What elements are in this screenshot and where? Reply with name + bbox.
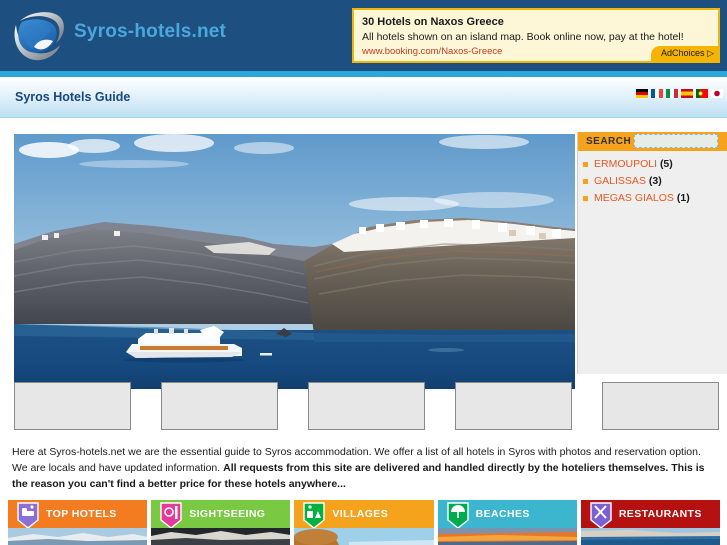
- adchoices-button[interactable]: AdChoices ▷: [651, 46, 718, 61]
- category-tile-villages[interactable]: VILLAGES: [294, 500, 434, 545]
- village-icon: [303, 502, 326, 529]
- flag-germany[interactable]: [636, 89, 648, 98]
- category-photo: [8, 528, 148, 545]
- category-label: TOP HOTELS: [46, 508, 117, 520]
- sidebar: SEARCH ERMOUPOLI (5) GALISSAS (3) MEGAS …: [577, 132, 727, 374]
- category-tile-beaches[interactable]: BEACHES: [437, 500, 577, 545]
- location-list: ERMOUPOLI (5) GALISSAS (3) MEGAS GIALOS …: [578, 156, 727, 207]
- site-brand[interactable]: Syros-hotels.net: [74, 21, 226, 43]
- intro-text: Here at Syros-hotels.net we are the esse…: [12, 444, 718, 492]
- thumbnail-placeholder[interactable]: [455, 382, 572, 430]
- category-header: BEACHES: [437, 500, 577, 529]
- thumbnail-placeholder[interactable]: [308, 382, 425, 430]
- page-title: Syros Hotels Guide: [15, 90, 131, 104]
- category-tile-restaurants[interactable]: RESTAURANTS: [580, 500, 721, 545]
- ad-banner[interactable]: 30 Hotels on Naxos Greece All hotels sho…: [352, 8, 720, 63]
- search-input[interactable]: [634, 134, 718, 148]
- flag-japan[interactable]: [711, 89, 723, 98]
- location-count: (5): [659, 158, 673, 170]
- location-count: (3): [648, 175, 662, 187]
- search-label: SEARCH: [586, 136, 632, 147]
- category-photo: [437, 528, 577, 545]
- category-tile-sightseeing[interactable]: SIGHTSEEING: [151, 500, 291, 545]
- category-header: RESTAURANTS: [580, 500, 721, 529]
- thumbnail-placeholder[interactable]: [14, 382, 131, 430]
- bullet-icon: [583, 162, 588, 167]
- camera-icon: [160, 502, 182, 529]
- bullet-icon: [583, 196, 588, 201]
- thumbnail-row: [14, 382, 719, 432]
- category-header: VILLAGES: [294, 500, 434, 529]
- search-bar: SEARCH: [578, 132, 727, 151]
- list-item[interactable]: GALISSAS (3): [578, 173, 727, 190]
- category-label: VILLAGES: [332, 508, 389, 520]
- category-label: RESTAURANTS: [618, 508, 702, 520]
- list-item[interactable]: MEGAS GIALOS (1): [578, 190, 727, 207]
- bed-icon: [17, 502, 39, 529]
- ad-description: All hotels shown on an island map. Book …: [362, 31, 684, 43]
- location-name: ERMOUPOLI: [594, 158, 658, 170]
- bullet-icon: [583, 179, 588, 184]
- category-tile-top-hotels[interactable]: TOP HOTELS: [8, 500, 148, 545]
- location-count: (1): [676, 192, 690, 204]
- site-header: Syros-hotels.net 30 Hotels on Naxos Gree…: [0, 0, 727, 71]
- category-header: TOP HOTELS: [8, 500, 148, 529]
- main-content: SEARCH ERMOUPOLI (5) GALISSAS (3) MEGAS …: [0, 118, 727, 545]
- ad-url[interactable]: www.booking.com/Naxos-Greece: [362, 46, 502, 57]
- category-photo: [151, 528, 291, 545]
- hero-image[interactable]: [14, 134, 575, 389]
- category-photo: [294, 528, 434, 545]
- adchoices-label: AdChoices: [661, 48, 705, 58]
- navigation-bar: Syros Hotels Guide: [0, 77, 727, 118]
- swirl-logo-icon[interactable]: [8, 7, 70, 64]
- thumbnail-placeholder[interactable]: [602, 382, 719, 430]
- flag-italy[interactable]: [666, 89, 678, 98]
- category-label: BEACHES: [475, 508, 530, 520]
- location-name: MEGAS GIALOS: [594, 192, 674, 204]
- category-label: SIGHTSEEING: [189, 508, 266, 520]
- flag-spain[interactable]: [681, 89, 693, 98]
- page-root: Syros-hotels.net 30 Hotels on Naxos Gree…: [0, 0, 727, 545]
- flag-portugal[interactable]: [696, 89, 708, 98]
- umbrella-icon: [446, 502, 469, 529]
- list-item[interactable]: ERMOUPOLI (5): [578, 156, 727, 173]
- thumbnail-placeholder[interactable]: [161, 382, 278, 430]
- language-flags: [636, 89, 723, 98]
- category-bar: TOP HOTELS SIGHTSEEING VILLAGES BEACHES …: [8, 500, 721, 545]
- category-header: SIGHTSEEING: [151, 500, 291, 529]
- location-name: GALISSAS: [594, 175, 646, 187]
- ad-title[interactable]: 30 Hotels on Naxos Greece: [362, 16, 504, 28]
- cutlery-icon: [590, 502, 612, 529]
- category-photo: [580, 528, 721, 545]
- flag-france[interactable]: [651, 89, 663, 98]
- adchoices-arrow-icon: ▷: [707, 48, 714, 58]
